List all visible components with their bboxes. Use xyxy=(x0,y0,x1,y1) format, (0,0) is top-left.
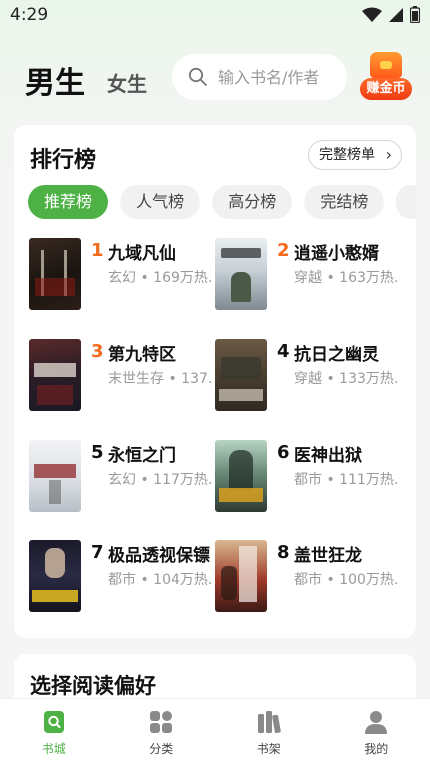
header: 男生 女生 赚金币 xyxy=(0,50,430,106)
nav-category[interactable]: 分类 xyxy=(108,699,216,764)
book-meta: 穿越 • 163万热... xyxy=(294,270,399,286)
rank-number: 1 xyxy=(91,240,104,261)
earn-coins-label: 赚金币 xyxy=(360,78,412,100)
book-item[interactable]: 2 逍遥小憨婿 穿越 • 163万热... xyxy=(215,238,401,310)
tab-female[interactable]: 女生 xyxy=(107,68,147,97)
profile-icon xyxy=(365,711,388,734)
nav-label: 书架 xyxy=(256,742,281,756)
book-meta: 玄幻 • 169万热... xyxy=(108,270,213,286)
book-meta: 都市 • 111万热... xyxy=(294,472,399,488)
chip-more[interactable] xyxy=(396,185,416,219)
book-meta: 都市 • 100万热... xyxy=(294,572,399,588)
book-title: 逍遥小憨婿 xyxy=(294,244,379,264)
book-title: 第九特区 xyxy=(108,345,176,365)
book-item[interactable]: 6 医神出狱 都市 • 111万热... xyxy=(215,440,401,512)
book-cover xyxy=(215,339,267,411)
bookshelf-icon xyxy=(257,711,281,734)
book-item[interactable]: 3 第九特区 末世生存 • 137... xyxy=(29,339,215,411)
book-title: 永恒之门 xyxy=(108,446,176,466)
book-cover xyxy=(215,238,267,310)
chip-high-score[interactable]: 高分榜 xyxy=(212,185,293,219)
book-item[interactable]: 7 极品透视保镖 都市 • 104万热... xyxy=(29,540,215,612)
book-meta: 玄幻 • 117万热... xyxy=(108,472,213,488)
search-icon xyxy=(188,67,207,86)
rank-number: 8 xyxy=(277,542,290,563)
nav-bookshelf[interactable]: 书架 xyxy=(215,699,323,764)
ranking-chips: 推荐榜 人气榜 高分榜 完结榜 xyxy=(28,185,416,221)
book-item[interactable]: 4 抗日之幽灵 穿越 • 133万热... xyxy=(215,339,401,411)
earn-coins-button[interactable]: 赚金币 xyxy=(358,52,414,102)
tab-male[interactable]: 男生 xyxy=(25,58,85,102)
rank-number: 4 xyxy=(277,341,290,362)
book-cover xyxy=(29,540,81,612)
ranking-card: 排行榜 完整榜单 › 推荐榜 人气榜 高分榜 完结榜 1 九域凡仙 玄幻 • 1… xyxy=(14,125,416,638)
rank-number: 6 xyxy=(277,442,290,463)
rank-number: 3 xyxy=(91,341,104,362)
chip-completed[interactable]: 完结榜 xyxy=(304,185,385,219)
nav-bookstore[interactable]: 书城 xyxy=(0,699,108,764)
book-cover xyxy=(29,238,81,310)
nav-label: 我的 xyxy=(364,742,389,756)
book-title: 医神出狱 xyxy=(294,446,362,466)
nav-label: 书城 xyxy=(41,742,66,756)
search-box[interactable] xyxy=(172,54,347,100)
battery-icon xyxy=(410,6,420,23)
nav-profile[interactable]: 我的 xyxy=(323,699,430,764)
status-time: 4:29 xyxy=(10,5,49,25)
search-input[interactable] xyxy=(218,67,336,87)
status-icons xyxy=(362,6,420,23)
book-meta: 穿越 • 133万热... xyxy=(294,371,399,387)
book-item[interactable]: 8 盖世狂龙 都市 • 100万热... xyxy=(215,540,401,612)
book-title: 极品透视保镖 xyxy=(108,546,210,566)
full-list-label: 完整榜单 xyxy=(319,147,375,163)
rank-number: 7 xyxy=(91,542,104,563)
book-cover xyxy=(215,440,267,512)
book-cover xyxy=(29,440,81,512)
signal-icon xyxy=(389,7,403,22)
book-cover xyxy=(215,540,267,612)
bottom-nav: 书城 分类 书架 我的 xyxy=(0,698,430,764)
reading-preference-title: 选择阅读偏好 xyxy=(30,674,156,698)
book-title: 九域凡仙 xyxy=(108,244,176,264)
nav-label: 分类 xyxy=(149,742,174,756)
book-cover xyxy=(29,339,81,411)
status-bar: 4:29 xyxy=(0,0,430,30)
rank-number: 5 xyxy=(91,442,104,463)
wifi-icon xyxy=(362,7,382,22)
full-list-button[interactable]: 完整榜单 › xyxy=(308,140,402,170)
book-item[interactable]: 1 九域凡仙 玄幻 • 169万热... xyxy=(29,238,215,310)
bookstore-icon xyxy=(43,711,64,733)
category-grid-icon xyxy=(150,711,173,733)
book-item[interactable]: 5 永恒之门 玄幻 • 117万热... xyxy=(29,440,215,512)
book-meta: 末世生存 • 137... xyxy=(108,371,213,387)
book-title: 抗日之幽灵 xyxy=(294,345,379,365)
chip-popular[interactable]: 人气榜 xyxy=(120,185,201,219)
ranking-title: 排行榜 xyxy=(30,148,97,173)
book-meta: 都市 • 104万热... xyxy=(108,572,213,588)
rank-number: 2 xyxy=(277,240,290,261)
chevron-right-icon: › xyxy=(385,145,392,164)
book-title: 盖世狂龙 xyxy=(294,546,362,566)
coin-box-icon xyxy=(370,52,402,78)
chip-recommend[interactable]: 推荐榜 xyxy=(28,185,109,219)
